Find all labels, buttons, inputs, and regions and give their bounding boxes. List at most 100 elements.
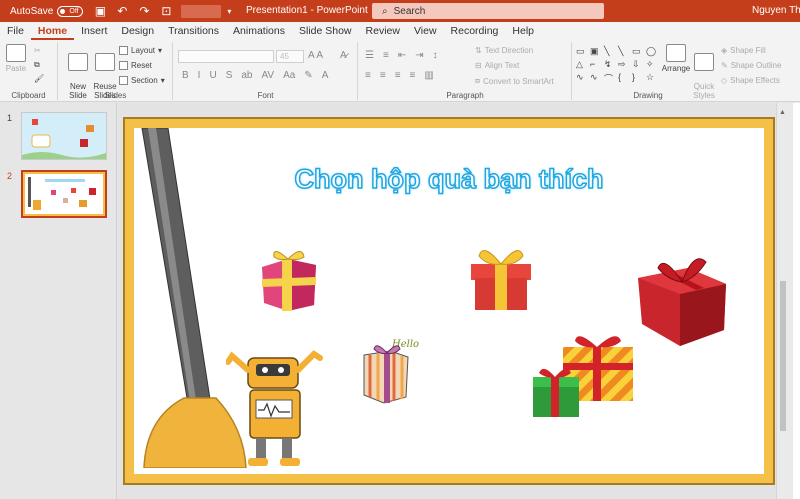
- star-shape-icon[interactable]: ☆: [646, 72, 658, 86]
- columns-icon[interactable]: ▥: [424, 70, 433, 81]
- align-right-icon[interactable]: ≡: [395, 70, 401, 81]
- reuse-slides-icon: [95, 53, 115, 71]
- tab-help[interactable]: Help: [505, 22, 541, 40]
- grow-font-icon[interactable]: A A: [308, 50, 323, 61]
- line-shape-icon[interactable]: ╲: [604, 46, 616, 58]
- reset-icon: [119, 61, 128, 70]
- tab-animations[interactable]: Animations: [226, 22, 292, 40]
- arc-shape-icon[interactable]: ⌒: [604, 72, 616, 86]
- layout-label: Layout: [131, 46, 156, 55]
- tab-transitions[interactable]: Transitions: [161, 22, 226, 40]
- undo-icon[interactable]: ↶: [115, 4, 129, 18]
- reset-button[interactable]: Reset: [119, 61, 152, 70]
- paste-label: Paste: [5, 64, 27, 73]
- decrease-indent-icon[interactable]: ⇤: [398, 50, 406, 61]
- italic-icon[interactable]: I: [198, 70, 201, 81]
- gift-stack-icon[interactable]: [529, 333, 639, 423]
- side-panel-edge: [793, 103, 800, 499]
- layout-button[interactable]: Layout ▾: [119, 46, 162, 55]
- tab-slide-show[interactable]: Slide Show: [292, 22, 359, 40]
- gift-red-icon[interactable]: [467, 238, 535, 312]
- slide-thumbnail-2[interactable]: [21, 170, 107, 218]
- scroll-up-icon[interactable]: ▲: [779, 109, 786, 116]
- change-case-icon[interactable]: Aa: [283, 70, 295, 81]
- char-spacing-icon[interactable]: AV: [261, 70, 274, 81]
- highlight-icon[interactable]: ✎: [304, 70, 312, 81]
- slides-label: Slides: [104, 91, 127, 100]
- triangle-shape-icon[interactable]: △: [576, 59, 588, 71]
- customize-qat-icon[interactable]: ▾: [227, 7, 231, 16]
- copy-icon[interactable]: ⧉: [34, 60, 40, 70]
- tab-insert[interactable]: Insert: [74, 22, 114, 40]
- numbering-icon[interactable]: ≡: [383, 50, 389, 61]
- scroll-thumb[interactable]: [780, 281, 786, 431]
- autosave-toggle[interactable]: Off: [57, 5, 84, 17]
- tab-design[interactable]: Design: [114, 22, 161, 40]
- search-box[interactable]: ⌕ Search: [372, 3, 604, 19]
- gift-pink-icon[interactable]: [258, 245, 320, 315]
- text-direction-button[interactable]: ⇅ Text Direction: [475, 46, 533, 55]
- paste-button[interactable]: Paste: [4, 44, 28, 73]
- arrange-button[interactable]: Arrange: [661, 44, 691, 73]
- tab-view[interactable]: View: [407, 22, 444, 40]
- cut-icon[interactable]: ✂: [34, 46, 41, 55]
- shape-outline-button[interactable]: ✎ Shape Outline: [721, 61, 781, 70]
- qat-font-combo[interactable]: [181, 4, 222, 18]
- oval-shape-icon[interactable]: ◯: [646, 46, 658, 58]
- reset-label: Reset: [131, 61, 152, 70]
- gift-striped-icon[interactable]: Hello: [354, 331, 434, 407]
- tab-file[interactable]: File: [0, 22, 31, 40]
- line-spacing-icon[interactable]: ↕: [433, 50, 438, 61]
- shape-fill-label: Shape Fill: [730, 46, 766, 55]
- bold-icon[interactable]: B: [182, 70, 189, 81]
- tab-home[interactable]: Home: [30, 22, 75, 40]
- line-shape-icon[interactable]: ╲: [618, 46, 630, 58]
- arrow-shape-icon[interactable]: ⇨: [618, 59, 630, 71]
- curve-shape-icon[interactable]: ∿: [590, 72, 602, 86]
- section-button[interactable]: Section ▾: [119, 76, 165, 85]
- convert-smartart-button[interactable]: ⧈ Convert to SmartArt: [475, 76, 554, 86]
- rectangle-shape-icon[interactable]: ▭: [632, 46, 644, 58]
- current-slide[interactable]: Chọn hộp quà bạn thích Hello: [123, 117, 775, 485]
- shapes-gallery[interactable]: ▭ ▣ ╲ ╲ ▭ ◯ △ ⌐ ↯ ⇨ ⇩ ✧ ∿ ∿ ⌒{} ☆: [576, 46, 656, 86]
- tab-review[interactable]: Review: [359, 22, 407, 40]
- justify-icon[interactable]: ≡: [410, 70, 416, 81]
- underline-icon[interactable]: U: [209, 70, 216, 81]
- shape-effects-icon: ◇: [721, 76, 728, 85]
- tab-recording[interactable]: Recording: [444, 22, 506, 40]
- font-name-box[interactable]: [178, 50, 274, 63]
- brace-shape-icon[interactable]: {: [618, 72, 630, 86]
- align-left-icon[interactable]: ≡: [365, 70, 371, 81]
- gift-dark-red-icon[interactable]: [634, 248, 730, 348]
- font-size-box[interactable]: 45: [276, 50, 304, 63]
- slide-thumbnail-1[interactable]: [21, 112, 107, 160]
- connector-shape-icon[interactable]: ↯: [604, 59, 616, 71]
- shadow-icon[interactable]: ab: [241, 70, 252, 81]
- strikethrough-icon[interactable]: S: [226, 70, 233, 81]
- shape-fill-button[interactable]: ◈ Shape Fill: [721, 46, 766, 55]
- bullets-icon[interactable]: ☰: [365, 50, 374, 61]
- arrow-shape-icon[interactable]: ⇩: [632, 59, 644, 71]
- brace-shape-icon[interactable]: }: [632, 72, 644, 86]
- redo-icon[interactable]: ↷: [137, 4, 151, 18]
- font-color-icon[interactable]: A: [322, 70, 329, 81]
- text-direction-icon: ⇅: [475, 46, 482, 55]
- align-center-icon[interactable]: ≡: [380, 70, 386, 81]
- clear-format-icon[interactable]: A̷: [340, 50, 347, 61]
- paragraph-group: ☰ ≡ ⇤ ⇥ ↕ ≡ ≡ ≡ ≡ ▥ ⇅ Text Direction ⊟ A…: [359, 42, 572, 100]
- textbox-shape-icon[interactable]: ▣: [590, 46, 602, 58]
- rectangle-shape-icon[interactable]: ▭: [576, 46, 588, 58]
- save-icon[interactable]: ▣: [93, 4, 107, 18]
- slide-thumbnail-pane: 1 2: [0, 103, 117, 499]
- present-icon[interactable]: ⊡: [159, 4, 173, 18]
- curve-shape-icon[interactable]: ∿: [576, 72, 588, 86]
- star-shape-icon[interactable]: ✧: [646, 59, 658, 71]
- smartart-icon: ⧈: [475, 76, 481, 85]
- angle-shape-icon[interactable]: ⌐: [590, 59, 602, 71]
- autosave-control[interactable]: AutoSave Off: [10, 5, 84, 17]
- increase-indent-icon[interactable]: ⇥: [415, 50, 423, 61]
- format-painter-icon[interactable]: 🖌: [34, 74, 44, 83]
- user-name[interactable]: Nguyen Thi Ng: [752, 5, 800, 16]
- shape-effects-button[interactable]: ◇ Shape Effects: [721, 76, 780, 85]
- align-text-button[interactable]: ⊟ Align Text: [475, 61, 519, 70]
